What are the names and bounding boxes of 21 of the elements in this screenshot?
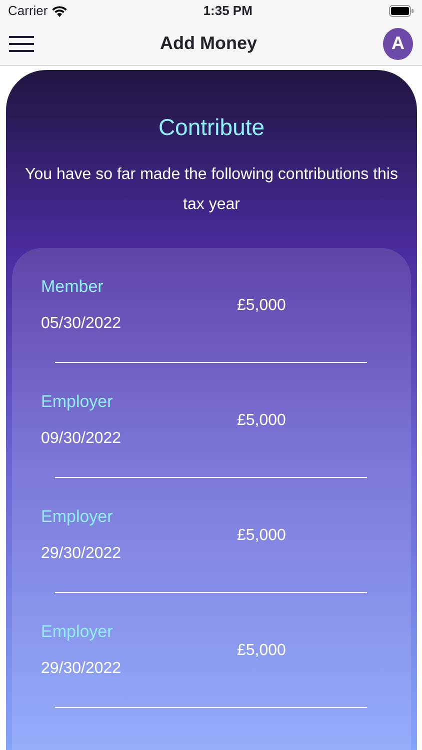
contribution-date: 29/30/2022 (41, 659, 122, 679)
page-title: Add Money (160, 32, 257, 55)
contribution-type: Member (41, 276, 104, 298)
contribution-type: Employer (41, 391, 114, 413)
contribution-amount: £5,000 (237, 296, 287, 316)
battery-icon (389, 5, 414, 17)
contribution-amount: £5,000 (237, 526, 287, 546)
user-avatar[interactable]: A (383, 28, 413, 60)
menu-icon[interactable] (9, 36, 34, 52)
carrier-label: Carrier (8, 2, 48, 20)
contribution-date: 09/30/2022 (41, 429, 122, 449)
contribution-date: 05/30/2022 (41, 314, 122, 334)
contribution-type: Employer (41, 621, 114, 643)
section-heading: Contribute (158, 113, 265, 142)
contribution-type: Employer (41, 506, 114, 528)
contribution-amount: £5,000 (237, 640, 287, 660)
contribution-amount: £5,000 (237, 410, 287, 430)
status-time: 1:35 PM (203, 2, 252, 20)
intro-text: You have so far made the following contributions this tax year (24, 165, 399, 215)
contribution-date: 29/30/2022 (41, 544, 122, 564)
wifi-icon (52, 6, 67, 16)
